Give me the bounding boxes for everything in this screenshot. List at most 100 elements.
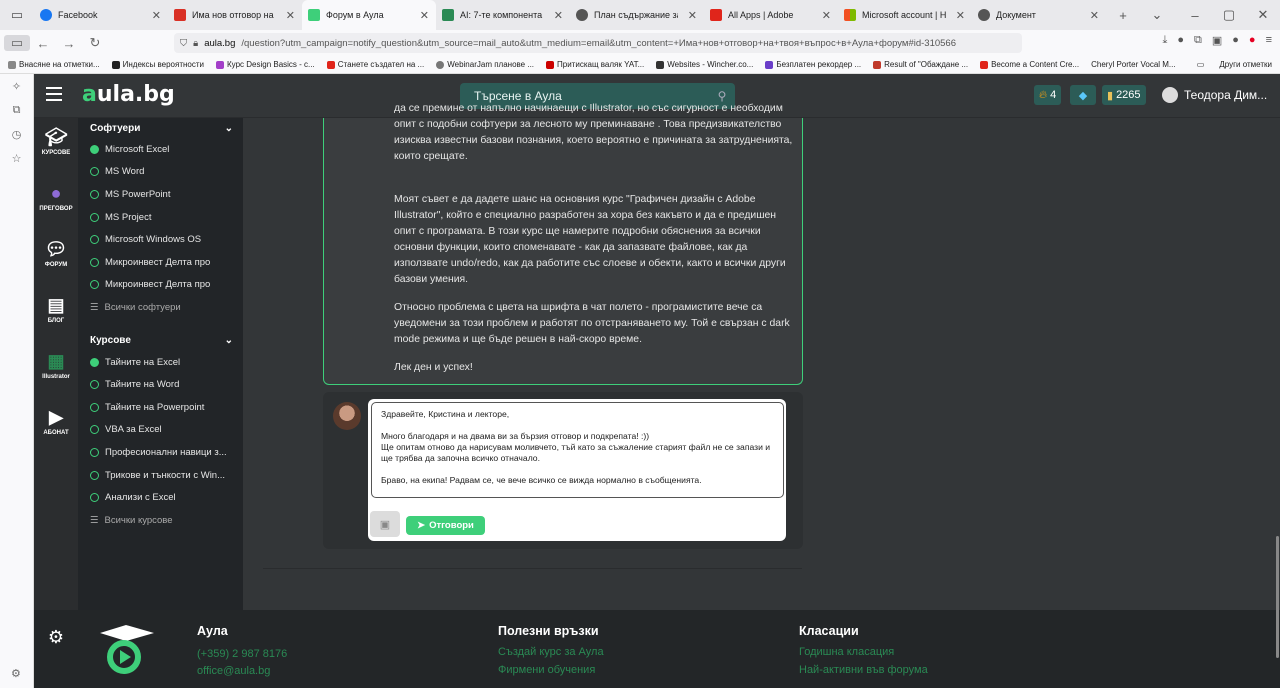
- fire-icon: 🔥︎: [1039, 88, 1048, 101]
- tab-gmail[interactable]: Има нов отговор на твоя...✕: [168, 0, 302, 30]
- sidebar-item-course[interactable]: VBA за Excel: [78, 419, 243, 442]
- sidebar-item-course[interactable]: Тайните на Word: [78, 373, 243, 396]
- rail-illustrator[interactable]: ▦ Illustrator: [34, 348, 78, 398]
- sidebar-item-course[interactable]: Тайните на Excel: [78, 351, 243, 374]
- close-icon[interactable]: ✕: [956, 9, 965, 22]
- minimize-button[interactable]: –: [1178, 0, 1212, 30]
- sidebar-item-software[interactable]: MS Project: [78, 206, 243, 229]
- footer-link[interactable]: Създай курс за Аула: [498, 646, 604, 658]
- footer-link[interactable]: Фирмени обучения: [498, 664, 595, 676]
- menu-icon[interactable]: ≡: [1266, 34, 1272, 47]
- chat-icon[interactable]: ▣: [1212, 34, 1222, 47]
- tab-document[interactable]: Документ ✕: [972, 0, 1106, 30]
- new-tab-button[interactable]: +: [1106, 0, 1140, 30]
- sidebar-toggle-icon[interactable]: ▭: [4, 35, 30, 51]
- tab-plan[interactable]: План съдържание за книг...✕: [570, 0, 704, 30]
- bookmark-item[interactable]: Result of "Обаждане ...: [873, 60, 968, 69]
- reply-button[interactable]: ➤ Отговори: [406, 516, 485, 535]
- sidebar-item-course[interactable]: Професионални навици з...: [78, 441, 243, 464]
- bookmark-item[interactable]: Курс Design Basics - с...: [216, 60, 315, 69]
- bookmark-item[interactable]: Станете създател на ...: [326, 60, 424, 69]
- list-icon: ☰: [90, 301, 99, 313]
- diamond-badge[interactable]: ◆: [1070, 85, 1096, 105]
- bookmark-item[interactable]: Cheryl Porter Vocal M...: [1091, 60, 1175, 69]
- bookmark-item[interactable]: Become a Content Cre...: [980, 60, 1079, 69]
- download-icon[interactable]: ⤓: [1162, 34, 1167, 47]
- courses-section-header[interactable]: Курсове ⌄: [78, 331, 243, 351]
- url-bar[interactable]: ⛉ 🔒︎ aula.bg/question?utm_campaign=notif…: [174, 33, 1022, 53]
- sidebar-item-software[interactable]: MS Word: [78, 161, 243, 184]
- aula-logo[interactable]: aula.bg: [82, 82, 175, 107]
- other-bookmarks[interactable]: ▭ Други отметки: [1197, 60, 1272, 69]
- footer-email[interactable]: office@aula.bg: [197, 665, 270, 677]
- tab-microsoft[interactable]: Microsoft account | Начало✕: [838, 0, 972, 30]
- rail-subscriber[interactable]: ▶ АБОНАТ: [34, 404, 78, 454]
- tab-facebook[interactable]: Facebook ✕: [34, 0, 168, 30]
- sidebar-item-software[interactable]: Microsoft Windows OS: [78, 228, 243, 251]
- all-courses-link[interactable]: ☰ Всички курсове: [78, 509, 243, 532]
- history-icon[interactable]: ◷: [0, 122, 33, 146]
- scrollbar[interactable]: [1276, 536, 1279, 658]
- bookmarks-star-icon[interactable]: ☆: [0, 146, 33, 170]
- footer-link[interactable]: Най-активни във форума: [799, 664, 928, 676]
- tab-ai[interactable]: AI: 7-те компонента на пе...✕: [436, 0, 570, 30]
- bookmark-item[interactable]: Websites - Wincher.co...: [656, 60, 753, 69]
- all-software-link[interactable]: ☰ Всички софтуери: [78, 296, 243, 319]
- facebook-icon: [40, 9, 52, 21]
- bookmark-item[interactable]: Индексы вероятности: [111, 60, 204, 69]
- footer-link[interactable]: Годишна класация: [799, 646, 894, 658]
- chevron-down-icon[interactable]: ⌄: [1140, 0, 1174, 30]
- close-window-button[interactable]: ✕: [1246, 0, 1280, 30]
- close-icon[interactable]: ✕: [822, 9, 831, 22]
- profile-icon[interactable]: ●: [1177, 34, 1184, 47]
- sidebar-item-course[interactable]: Тайните на Powerpoint: [78, 396, 243, 419]
- bookmark-item[interactable]: Притискащ валяк YAT...: [546, 60, 644, 69]
- reload-button[interactable]: ↻: [82, 35, 108, 51]
- sidebar-item-course[interactable]: Трикове и тънкости с Win...: [78, 464, 243, 487]
- chat-bubbles-icon: 💬︎: [44, 239, 68, 259]
- tab-aula-forum[interactable]: Форум в Аула ✕: [302, 0, 436, 30]
- synced-tabs-icon[interactable]: ⧉: [0, 98, 33, 122]
- rail-blog[interactable]: ▤ БЛОГ: [34, 292, 78, 342]
- maximize-button[interactable]: ▢: [1212, 0, 1246, 30]
- pinterest-icon[interactable]: ●: [1249, 34, 1256, 47]
- extension-icon[interactable]: ●: [1232, 34, 1239, 47]
- reply-textarea[interactable]: Здравейте, Кристина и лекторе, Много бла…: [371, 402, 784, 498]
- gmail-icon: [174, 9, 186, 21]
- bookmark-item[interactable]: Внасяне на отметки...: [8, 60, 100, 69]
- close-icon[interactable]: ✕: [688, 9, 697, 22]
- close-icon[interactable]: ✕: [420, 9, 429, 22]
- bookmark-item[interactable]: WebinarJam планове ...: [436, 60, 534, 69]
- tab-adobe[interactable]: All Apps | Adobe ✕: [704, 0, 838, 30]
- hamburger-menu-icon[interactable]: [46, 87, 62, 101]
- gear-icon[interactable]: ⚙: [46, 627, 66, 647]
- sidebar-item-software[interactable]: MS PowerPoint: [78, 183, 243, 206]
- browser-settings-icon[interactable]: ⚙: [11, 667, 21, 680]
- close-icon[interactable]: ✕: [554, 9, 563, 22]
- sidebar-item-software[interactable]: Микроинвест Делта про: [78, 274, 243, 297]
- rail-review[interactable]: ● ПРЕГОВОР: [34, 180, 78, 230]
- rail-forum[interactable]: 💬︎ ФОРУМ: [34, 236, 78, 286]
- ai-chat-icon[interactable]: ✧: [0, 74, 33, 98]
- user-menu[interactable]: Теодора Дим...: [1162, 87, 1267, 103]
- tab-list-icon[interactable]: ▭: [0, 0, 34, 30]
- coins-badge[interactable]: ▮ 2265: [1102, 85, 1146, 105]
- footer-phone[interactable]: (+359) 2 987 8176: [197, 648, 287, 660]
- close-icon[interactable]: ✕: [1090, 9, 1099, 22]
- answer-paragraph: да се премине от напълно начинаещи с Ill…: [394, 103, 793, 162]
- back-button[interactable]: ←: [30, 36, 56, 51]
- sidebar-item-software[interactable]: Микроинвест Делта про: [78, 251, 243, 274]
- forward-button[interactable]: →: [56, 36, 82, 51]
- sidebar-item-course[interactable]: Анализи с Excel: [78, 486, 243, 509]
- streak-badge[interactable]: 🔥︎ 4: [1034, 85, 1062, 105]
- rail-courses[interactable]: 🎓︎ КУРСОВЕ: [34, 124, 78, 174]
- bookmark-item[interactable]: Безплатен рекордер ...: [765, 60, 861, 69]
- close-icon[interactable]: ✕: [286, 9, 295, 22]
- sidebar-item-software[interactable]: Microsoft Excel: [78, 138, 243, 161]
- extensions-icon[interactable]: ⧉: [1194, 34, 1202, 47]
- close-icon[interactable]: ✕: [152, 9, 161, 22]
- aula-footer-logo: [100, 625, 154, 674]
- left-rail: 🎓︎ КУРСОВЕ ● ПРЕГОВОР 💬︎ ФОРУМ ▤ БЛОГ ▦ Illus…: [34, 118, 78, 610]
- image-upload-icon[interactable]: ▣: [370, 511, 400, 537]
- software-section-header[interactable]: Софтуери ⌄: [78, 118, 243, 138]
